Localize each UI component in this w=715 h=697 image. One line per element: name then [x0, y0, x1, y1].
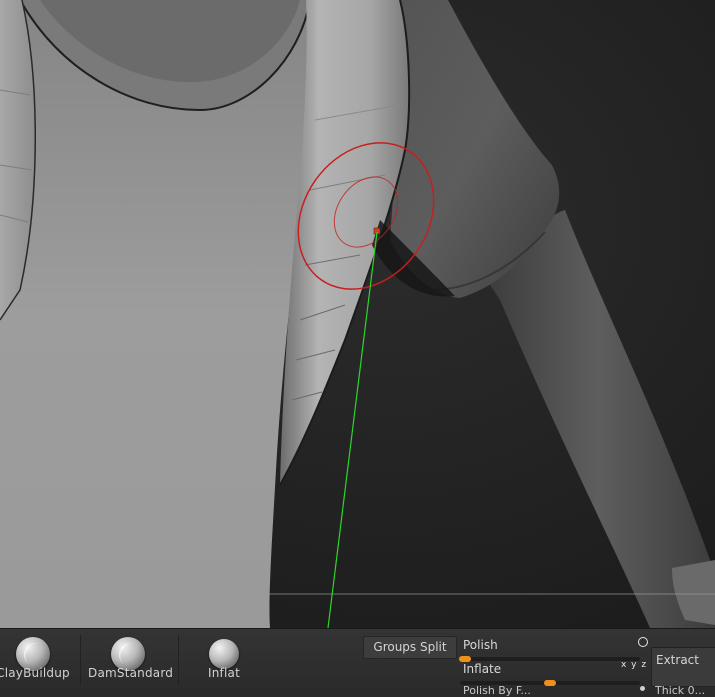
- inflate-slider[interactable]: Inflate: [460, 662, 648, 686]
- bottom-tool-shelf: ClayBuildup DamStandard Inflat Groups Sp…: [0, 628, 715, 697]
- groups-split-button[interactable]: Groups Split: [363, 636, 457, 659]
- brush-label: DamStandard: [88, 666, 174, 680]
- brush-claybuildup[interactable]: ClayBuildup: [0, 629, 73, 690]
- polish-by-features-label[interactable]: Polish By F...: [463, 684, 531, 697]
- polish-circle-toggle-icon[interactable]: [638, 637, 648, 647]
- polish-track[interactable]: [459, 656, 640, 662]
- brush-inflat[interactable]: Inflat: [184, 629, 264, 690]
- inflate-xyz-axis-toggle[interactable]: x y z: [621, 660, 647, 670]
- inflate-label: Inflate: [463, 662, 502, 676]
- brush-label: Inflat: [208, 666, 240, 680]
- thick-slider-label[interactable]: Thick 0...: [655, 684, 705, 697]
- brush-damstandard[interactable]: DamStandard: [88, 629, 174, 690]
- brush-label: ClayBuildup: [0, 666, 70, 680]
- 3d-viewport-canvas[interactable]: [0, 0, 715, 628]
- inflate-knob[interactable]: [544, 680, 556, 686]
- inflat-brush-icon: [209, 639, 239, 669]
- extract-button[interactable]: Extract: [651, 647, 715, 687]
- polish-label: Polish: [463, 638, 498, 652]
- polish-slider[interactable]: Polish: [459, 638, 648, 662]
